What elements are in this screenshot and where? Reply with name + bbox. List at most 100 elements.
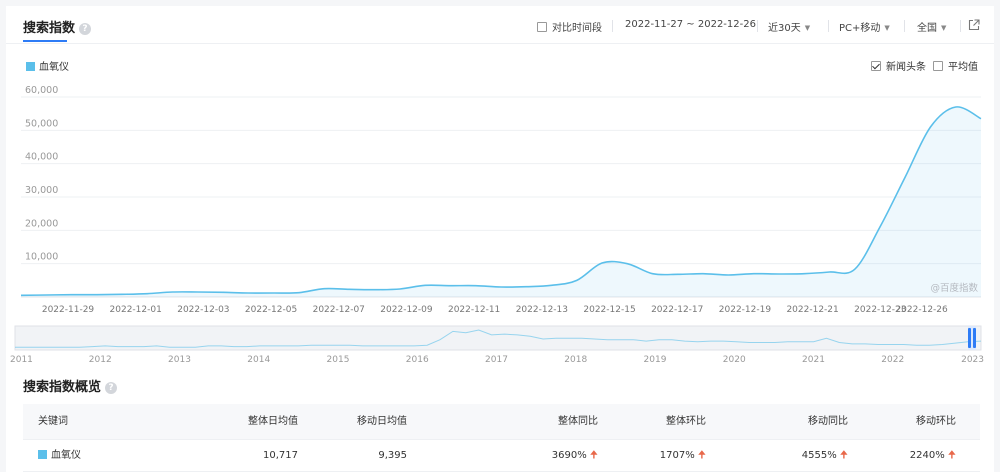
timeline-year-label: 2014 xyxy=(247,355,270,365)
column-header-overall-avg: 整体日均值 xyxy=(248,416,298,427)
mobile-yoy-cell: 4555% 🠉 xyxy=(802,440,848,472)
x-tick-label: 2022-12-05 xyxy=(245,305,297,315)
overall-yoy-value: 3690% xyxy=(551,450,587,461)
overall-mom-value: 1707% xyxy=(659,450,695,461)
compare-period-checkbox[interactable]: 对比时间段 xyxy=(537,19,602,34)
device-select[interactable]: PC+移动 ▼ xyxy=(839,19,890,34)
timeline-year-label: 2015 xyxy=(327,355,350,365)
x-tick-label: 2022-12-07 xyxy=(313,305,365,315)
checkbox-checked-icon[interactable] xyxy=(871,61,881,71)
divider xyxy=(828,20,829,32)
mobile-mom-value: 2240% xyxy=(909,450,945,461)
overall-yoy-cell: 3690% 🠉 xyxy=(552,440,598,472)
timeline-year-label: 2011 xyxy=(10,355,33,365)
keyword-cell[interactable]: 血氧仪 xyxy=(38,440,81,472)
mobile-mom-cell: 2240% 🠉 xyxy=(910,440,956,472)
region-value: 全国 xyxy=(917,23,937,34)
overall-avg-cell: 10,717 xyxy=(263,450,298,461)
timeline-year-label: 2012 xyxy=(89,355,112,365)
average-label: 平均值 xyxy=(948,62,978,73)
period-select[interactable]: 近30天 ▼ xyxy=(768,19,810,34)
y-tick-label: 60,000 xyxy=(25,85,58,96)
checkbox-icon[interactable] xyxy=(933,61,943,71)
timeline-slider[interactable]: 2011 2012 2013 2014 2015 2016 2017 2018 2019 2020… xyxy=(6,318,994,368)
x-tick-label: 2022-12-19 xyxy=(719,305,772,315)
average-checkbox[interactable]: 平均值 xyxy=(933,58,978,73)
divider xyxy=(960,20,961,32)
dropdown-caret-icon: ▼ xyxy=(804,24,811,32)
overview-title-text: 搜索指数概览 xyxy=(23,380,102,395)
timeline-year-label: 2023 xyxy=(961,355,984,365)
x-tick-label: 2022-12-17 xyxy=(651,305,703,315)
help-icon[interactable]: ? xyxy=(105,382,118,394)
news-label: 新闻头条 xyxy=(886,62,926,73)
timeline-year-label: 2013 xyxy=(168,355,191,365)
y-tick-label: 40,000 xyxy=(25,152,58,163)
mobile-yoy-value: 4555% xyxy=(801,450,837,461)
tab-active-indicator xyxy=(23,40,67,42)
up-arrow-icon: 🠉 xyxy=(589,450,598,461)
up-arrow-icon: 🠉 xyxy=(947,450,956,461)
timeline-handle-right[interactable] xyxy=(973,328,976,348)
x-tick-label: 2022-11-29 xyxy=(42,305,95,315)
help-icon[interactable]: ? xyxy=(79,23,92,35)
share-icon[interactable] xyxy=(968,19,980,31)
overall-mom-cell: 1707% 🠉 xyxy=(660,440,706,472)
chart-legend: 血氧仪 xyxy=(26,58,69,73)
x-tick-label: 2022-12-01 xyxy=(110,305,162,315)
keyword-text: 血氧仪 xyxy=(51,450,81,461)
toolbar: 搜索指数? 对比时间段 2022-11-27 ~ 2022-12-26 近30天… xyxy=(6,6,994,44)
column-header-overall-yoy: 整体同比 xyxy=(558,416,598,427)
timeline-year-label: 2018 xyxy=(564,355,587,365)
overview-title: 搜索指数概览? xyxy=(23,376,118,395)
tab-search-index[interactable]: 搜索指数? xyxy=(23,17,92,36)
news-checkbox[interactable]: 新闻头条 xyxy=(871,58,926,73)
timeline-year-label: 2022 xyxy=(881,355,904,365)
series-line[interactable] xyxy=(20,106,982,297)
tab-search-index-label: 搜索指数 xyxy=(23,21,76,36)
column-header-overall-mom: 整体环比 xyxy=(666,416,706,427)
keyword-swatch xyxy=(38,450,47,459)
column-header-mobile-mom: 移动环比 xyxy=(916,416,956,427)
y-tick-label: 20,000 xyxy=(25,218,58,229)
date-range-picker[interactable]: 2022-11-27 ~ 2022-12-26 xyxy=(625,19,756,30)
dropdown-caret-icon: ▼ xyxy=(941,24,947,32)
x-tick-label: 2022-12-09 xyxy=(380,305,433,315)
up-arrow-icon: 🠉 xyxy=(839,450,848,461)
legend-swatch xyxy=(26,62,35,71)
up-arrow-icon: 🠉 xyxy=(697,450,706,461)
checkbox-icon[interactable] xyxy=(537,22,547,32)
table-header: 关键词 整体日均值 移动日均值 整体同比 整体环比 移动同比 移动环比 xyxy=(23,404,980,440)
y-tick-label: 10,000 xyxy=(25,252,58,263)
period-value: 近30天 xyxy=(768,23,801,34)
x-tick-label: 2022-12-15 xyxy=(583,305,635,315)
column-header-mobile-avg: 移动日均值 xyxy=(357,416,407,427)
divider xyxy=(612,20,613,32)
x-tick-label: 2022-12-11 xyxy=(448,305,500,315)
overview-table: 关键词 整体日均值 移动日均值 整体同比 整体环比 移动同比 移动环比 血氧仪 … xyxy=(23,404,980,472)
x-tick-label: 2022-12-13 xyxy=(516,305,568,315)
divider xyxy=(904,20,905,32)
series-area xyxy=(21,106,981,297)
legend-series-label: 血氧仪 xyxy=(39,62,69,73)
column-header-mobile-yoy: 移动同比 xyxy=(808,416,848,427)
timeline-year-label: 2016 xyxy=(406,355,429,365)
dropdown-caret-icon: ▼ xyxy=(884,24,890,32)
search-index-chart[interactable]: 60,000 50,000 40,000 30,000 20,000 10,000 2022… xyxy=(6,82,994,320)
date-range-value: 2022-11-27 ~ 2022-12-26 xyxy=(625,19,756,30)
x-tick-label: 2022-12-03 xyxy=(177,305,229,315)
compare-period-label: 对比时间段 xyxy=(552,23,602,34)
timeline-year-label: 2021 xyxy=(802,355,825,365)
device-value: PC+移动 xyxy=(839,23,881,34)
y-tick-label: 30,000 xyxy=(25,185,58,196)
timeline-year-label: 2017 xyxy=(485,355,508,365)
timeline-year-label: 2019 xyxy=(644,355,667,365)
table-row: 血氧仪 10,717 9,395 3690% 🠉 1707% 🠉 4555% 🠉 22… xyxy=(23,440,980,472)
watermark-text: @百度指数 xyxy=(930,282,978,294)
timeline-handle-left[interactable] xyxy=(968,328,971,348)
x-tick-label: 2022-12-26 xyxy=(895,305,948,315)
mobile-avg-cell: 9,395 xyxy=(378,450,407,461)
region-select[interactable]: 全国 ▼ xyxy=(917,19,946,34)
x-tick-label: 2022-12-21 xyxy=(786,305,838,315)
column-header-keyword: 关键词 xyxy=(38,416,68,427)
